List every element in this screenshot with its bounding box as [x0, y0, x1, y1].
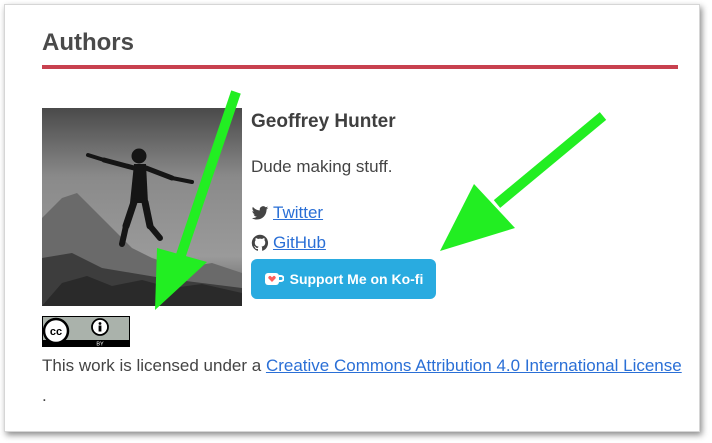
cc-by-license-badge[interactable]: cc BY [42, 316, 130, 348]
license-notice: This work is licensed under a Creative C… [42, 351, 682, 411]
heading-divider [42, 65, 678, 69]
twitter-link[interactable]: Twitter [273, 203, 323, 223]
license-prefix: This work is licensed under a [42, 356, 266, 375]
kofi-cup-icon [264, 271, 284, 287]
twitter-link-row: Twitter [251, 203, 323, 223]
author-photo [42, 108, 242, 306]
twitter-icon [251, 204, 269, 222]
github-link-row: GitHub [251, 233, 326, 253]
section-heading: Authors [42, 29, 134, 56]
github-link[interactable]: GitHub [273, 233, 326, 253]
author-bio: Dude making stuff. [251, 157, 393, 176]
author-name: Geoffrey Hunter [251, 111, 396, 132]
license-link[interactable]: Creative Commons Attribution 4.0 Interna… [266, 356, 682, 375]
svg-text:cc: cc [50, 326, 62, 338]
badge-by-label: BY [96, 342, 104, 348]
attribution-icon [91, 318, 109, 336]
license-suffix: . [42, 386, 47, 405]
creative-commons-icon: cc [42, 317, 70, 345]
kofi-button-label: Support Me on Ko-fi [289, 271, 424, 287]
kofi-support-button[interactable]: Support Me on Ko-fi [251, 259, 436, 299]
github-icon [251, 234, 269, 252]
authors-card: Authors Geoffrey Hunter Dude making stuf… [4, 4, 700, 432]
